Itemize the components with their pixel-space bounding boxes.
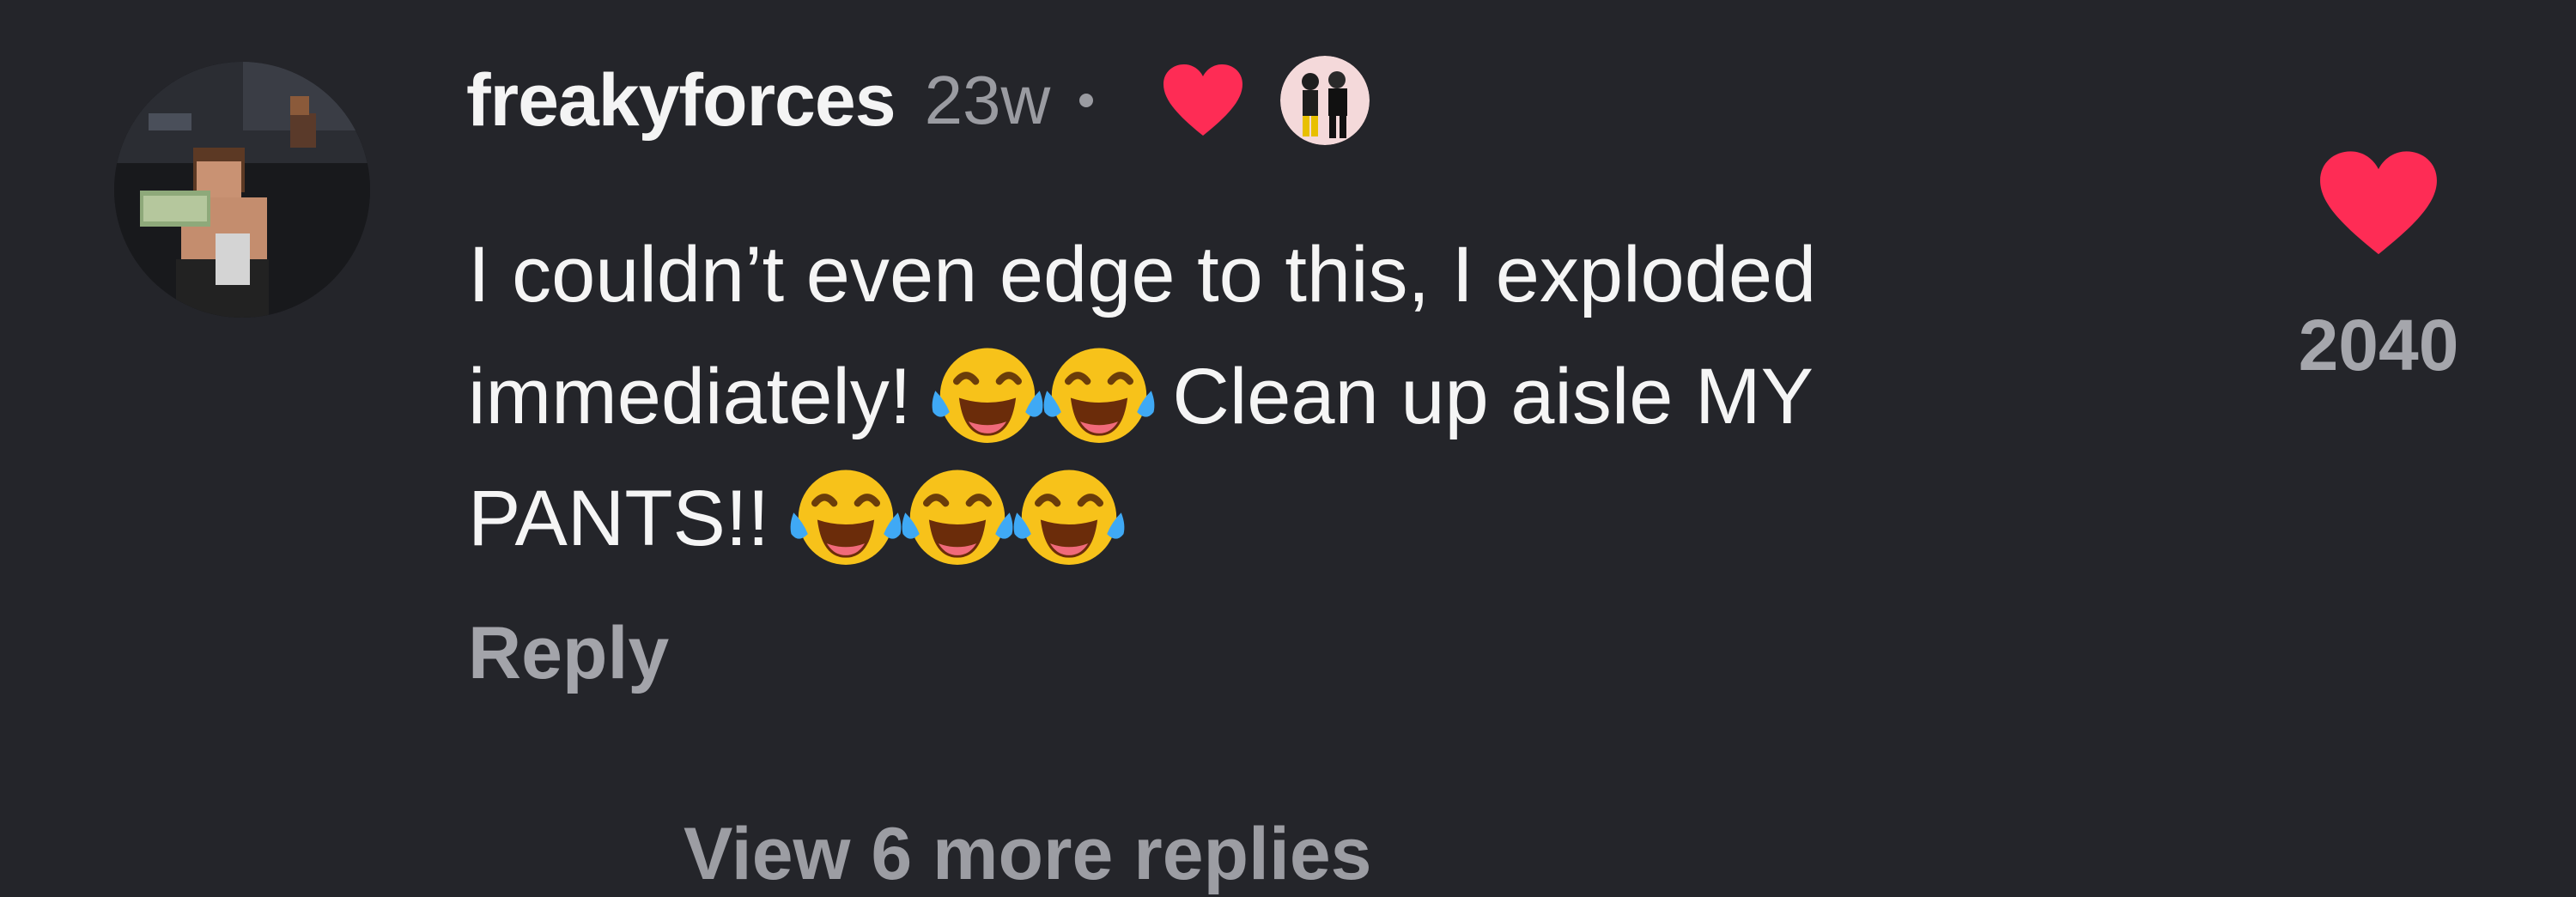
comment-text-line: PANTS!! xyxy=(468,456,2228,578)
like-count: 2040 xyxy=(2298,305,2459,385)
comment-text-fragment: PANTS!! xyxy=(468,475,770,562)
user-avatar[interactable] xyxy=(114,62,370,318)
avatar-image xyxy=(114,62,370,318)
comment-text-fragment: immediately! xyxy=(468,353,912,440)
comment-text-line: immediately! Clean up aisle MY xyxy=(468,334,2228,456)
tears-of-joy-emoji-icon xyxy=(1010,456,1128,574)
comment-text: I couldn’t even edge to this, I exploded… xyxy=(468,216,2228,578)
comment-header: freakyforces 23w xyxy=(466,53,1370,148)
tears-of-joy-emoji-icon xyxy=(928,334,1047,452)
reply-button[interactable]: Reply xyxy=(468,611,669,696)
creator-liked-heart-icon xyxy=(1163,64,1243,136)
emoji-group xyxy=(787,470,1125,565)
tears-of-joy-emoji-icon xyxy=(898,456,1017,574)
username[interactable]: freakyforces xyxy=(466,58,896,143)
emoji-group xyxy=(928,348,1155,443)
view-more-replies-button[interactable]: View 6 more replies xyxy=(683,812,1372,897)
heart-icon[interactable] xyxy=(2314,148,2443,259)
like-button[interactable]: 2040 xyxy=(2267,148,2490,387)
separator-dot xyxy=(1079,94,1094,107)
creator-avatar xyxy=(1280,56,1370,145)
comment-time: 23w xyxy=(924,62,1051,138)
tears-of-joy-emoji-icon xyxy=(1040,334,1158,452)
comment-text-fragment: Clean up aisle MY xyxy=(1172,353,1814,440)
comment-item: freakyforces 23w I couldn’t even edge to… xyxy=(0,0,2576,895)
tears-of-joy-emoji-icon xyxy=(787,456,905,574)
comment-text-line: I couldn’t even edge to this, I exploded xyxy=(468,231,1817,318)
